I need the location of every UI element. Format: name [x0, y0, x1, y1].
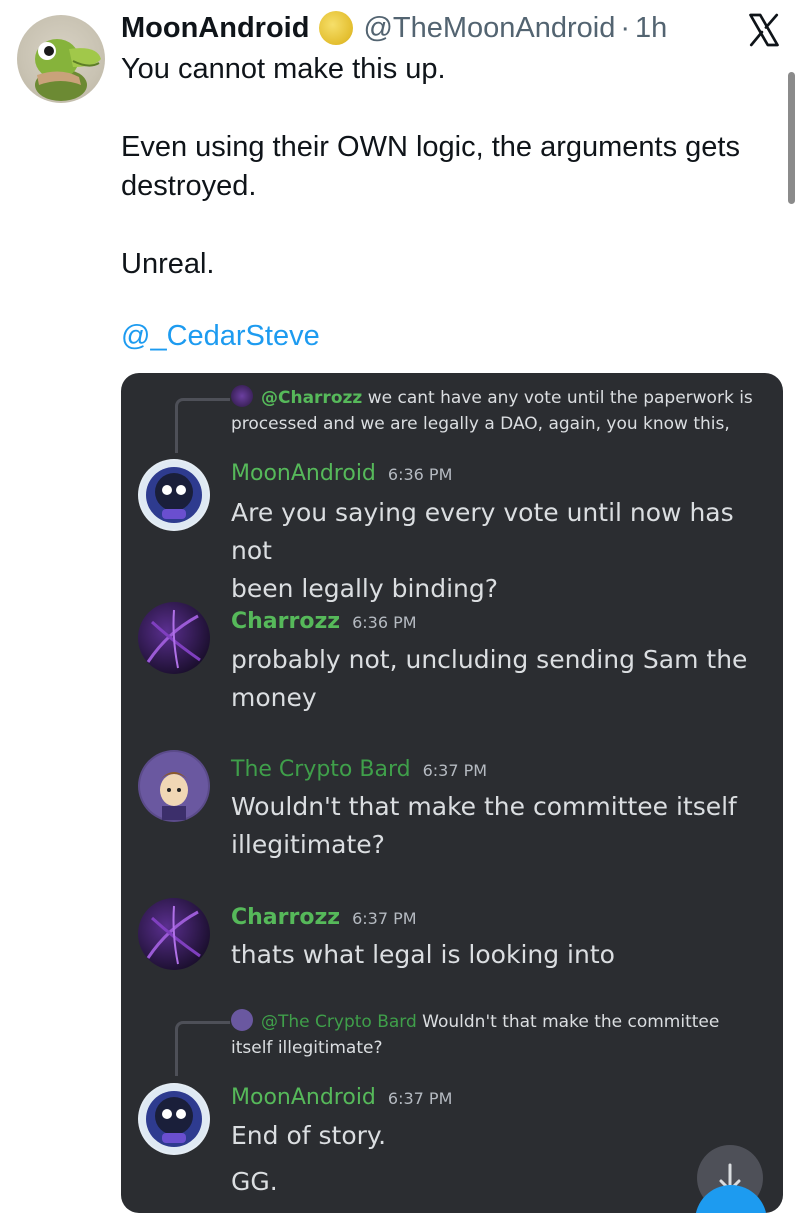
author-name[interactable]: MoonAndroid — [121, 12, 309, 45]
author-name[interactable]: Charrozz — [231, 609, 340, 634]
plant-avatar-icon — [146, 905, 201, 965]
message-body: Are you saying every vote until now has … — [231, 494, 771, 608]
bard-avatar-icon — [140, 752, 208, 820]
message-line: illegitimate? — [231, 830, 385, 859]
reply-avatar-icon — [231, 385, 253, 407]
x-logo-icon[interactable] — [746, 12, 782, 48]
message-time: 6:36 PM — [352, 613, 417, 632]
author-avatar-image — [35, 39, 101, 101]
reply-preview: @The Crypto Bard Wouldn't that make the … — [231, 1009, 761, 1061]
tweet-paragraph-2: Even using their OWN logic, the argument… — [121, 131, 740, 202]
discord-screenshot-card[interactable]: @Charrozz we cant have any vote until th… — [121, 373, 783, 1213]
message-body: probably not, uncluding sending Sam the … — [231, 641, 771, 717]
reply-preview: @Charrozz we cant have any vote until th… — [231, 385, 761, 437]
message-body: Wouldn't that make the committee itself … — [231, 788, 771, 864]
tweet-mention-link[interactable]: @_CedarSteve — [121, 320, 320, 353]
message-line: End of story. — [231, 1121, 387, 1150]
tweet-body: You cannot make this up. Even using thei… — [121, 50, 781, 284]
message-body: End of story. GG. — [231, 1117, 771, 1201]
robot-avatar-icon — [140, 461, 208, 529]
avatar[interactable] — [138, 1083, 210, 1155]
tweet-paragraph-1: You cannot make this up. — [121, 53, 446, 85]
author-handle[interactable]: @TheMoonAndroid — [363, 12, 615, 45]
reply-connector-line — [175, 398, 230, 453]
author-name[interactable]: Charrozz — [231, 905, 340, 930]
tweet-timestamp[interactable]: 1h — [635, 12, 667, 45]
reply-mention[interactable]: @Charrozz — [261, 388, 362, 408]
robot-avatar-icon — [140, 1085, 208, 1153]
message-author: Charrozz 6:36 PM — [231, 609, 417, 634]
tweet-paragraph-3: Unreal. — [121, 248, 215, 280]
author-name[interactable]: MoonAndroid — [231, 1085, 376, 1110]
avatar[interactable] — [138, 750, 210, 822]
message-line: probably not, uncluding sending Sam the — [231, 645, 748, 674]
message-line: Wouldn't that make the committee itself — [231, 792, 737, 821]
reply-connector-line — [175, 1021, 230, 1076]
message-time: 6:37 PM — [422, 761, 488, 780]
header-separator: · — [620, 11, 631, 44]
reply-mention[interactable]: @The Crypto Bard — [261, 1012, 417, 1032]
message-line: money — [231, 683, 317, 712]
message-line: been legally binding? — [231, 574, 499, 603]
plant-avatar-icon — [146, 609, 201, 669]
message-line: Are you saying every vote until now has … — [231, 498, 734, 565]
message-line: GG. — [231, 1167, 278, 1196]
message-body: thats what legal is looking into — [231, 936, 771, 974]
scrollbar[interactable] — [788, 72, 795, 204]
message-author: MoonAndroid 6:37 PM — [231, 1085, 452, 1110]
reply-avatar-icon — [231, 1009, 253, 1031]
message-time: 6:36 PM — [387, 465, 453, 484]
avatar[interactable] — [138, 898, 210, 970]
message-author: MoonAndroid 6:36 PM — [231, 461, 452, 486]
moon-badge-icon — [319, 11, 354, 45]
author-avatar[interactable] — [17, 15, 105, 103]
avatar[interactable] — [138, 602, 210, 674]
message-line: thats what legal is looking into — [231, 940, 615, 969]
author-name[interactable]: MoonAndroid — [231, 461, 376, 486]
message-time: 6:37 PM — [387, 1089, 453, 1108]
avatar[interactable] — [138, 459, 210, 531]
message-author: Charrozz 6:37 PM — [231, 905, 417, 930]
message-author: The Crypto Bard 6:37 PM — [231, 757, 487, 782]
author-name[interactable]: The Crypto Bard — [231, 757, 411, 782]
message-time: 6:37 PM — [352, 909, 417, 928]
tweet-header: MoonAndroid @TheMoonAndroid · 1h — [121, 8, 667, 48]
